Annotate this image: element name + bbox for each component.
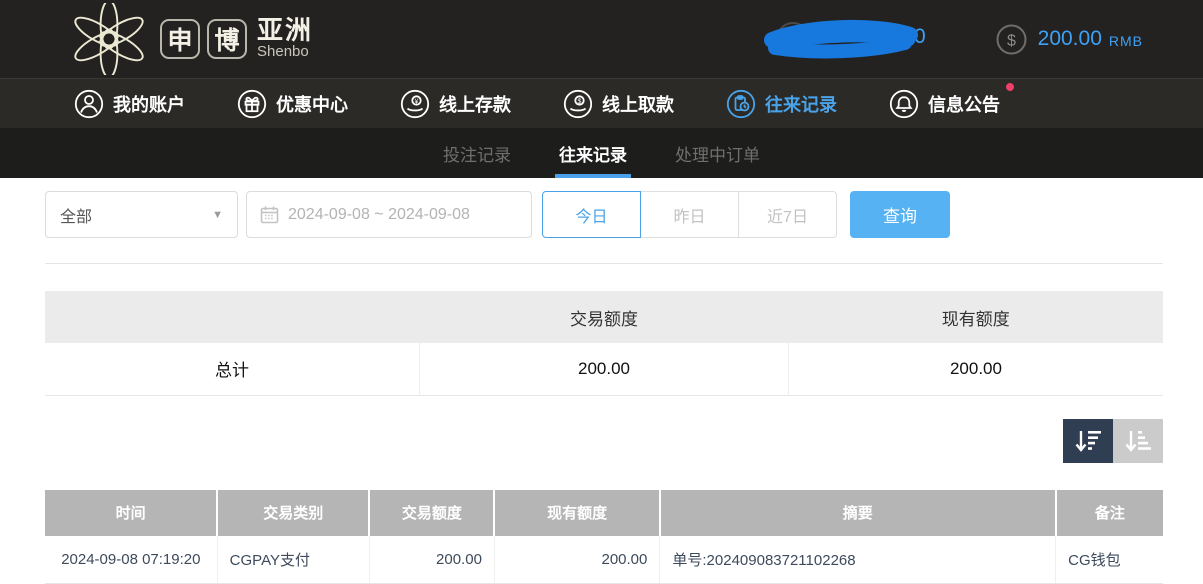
nav-item-promotions[interactable]: 优惠中心 — [237, 89, 348, 119]
search-button[interactable]: 查询 — [850, 191, 950, 238]
balance[interactable]: $ 200.00 RMB — [996, 24, 1143, 55]
deposit-icon: ¥ — [400, 89, 430, 119]
svg-text:$: $ — [1007, 32, 1016, 49]
type-select[interactable]: 全部 ▼ — [45, 191, 238, 238]
sort-amount-desc-icon — [1074, 428, 1102, 454]
gift-icon — [237, 89, 267, 119]
main-nav: 我的账户 优惠中心 ¥ 线上存款 — [0, 78, 1203, 128]
nav-item-transaction-records[interactable]: 往来记录 — [726, 89, 837, 119]
nav-label: 信息公告 — [928, 91, 1000, 117]
quick-button-yesterday[interactable]: 昨日 — [640, 191, 739, 238]
logo-char-box-1: 申 — [160, 19, 200, 59]
nav-item-my-account[interactable]: 我的账户 — [74, 89, 185, 119]
records-icon — [726, 89, 756, 119]
records-header-type: 交易类别 — [217, 490, 369, 536]
divider — [45, 263, 1163, 264]
summary-table: 交易额度 现有额度 总计 200.00 200.00 — [45, 291, 1163, 396]
record-type: CGPAY支付 — [217, 536, 369, 584]
table-row: 2024-09-08 07:19:20 CGPAY支付 200.00 200.0… — [45, 536, 1163, 584]
records-header-remark: 备注 — [1056, 490, 1163, 536]
nav-item-deposit[interactable]: ¥ 线上存款 — [400, 89, 511, 119]
summary-header-empty — [45, 291, 420, 343]
withdraw-icon: $ — [563, 89, 593, 119]
user-icon — [74, 89, 104, 119]
records-header-time: 时间 — [45, 490, 217, 536]
logo-region-text: 亚洲 — [257, 17, 313, 43]
records-header-row: 时间 交易类别 交易额度 现有额度 摘要 备注 — [45, 490, 1163, 536]
summary-header-current-balance: 现有额度 — [788, 291, 1163, 343]
quick-button-last7days[interactable]: 近7日 — [738, 191, 837, 238]
date-range-input[interactable]: 2024-09-08 ~ 2024-09-08 — [246, 191, 532, 238]
nav-label: 我的账户 — [113, 91, 185, 117]
svg-text:¥: ¥ — [415, 98, 419, 105]
balance-currency: RMB — [1109, 29, 1143, 49]
flower-logo-icon — [70, 3, 148, 75]
nav-label: 优惠中心 — [276, 91, 348, 117]
quick-date-group: 今日 昨日 近7日 — [542, 191, 837, 238]
date-range-value: 2024-09-08 ~ 2024-09-08 — [288, 206, 470, 224]
sort-amount-asc-icon — [1124, 428, 1152, 454]
record-remark: CG钱包 — [1056, 536, 1163, 584]
quick-button-today[interactable]: 今日 — [542, 191, 641, 238]
filter-row: 全部 ▼ 2024-09-08 ~ 2024-09-08 今日 昨日 近7日 — [45, 191, 1163, 238]
chevron-down-icon: ▼ — [212, 209, 223, 221]
record-time: 2024-09-08 07:19:20 — [45, 536, 217, 584]
sort-controls — [45, 419, 1163, 463]
sort-descending-button[interactable] — [1063, 419, 1113, 463]
record-transaction-amount: 200.00 — [369, 536, 494, 584]
main-content: 全部 ▼ 2024-09-08 ~ 2024-09-08 今日 昨日 近7日 — [0, 191, 1203, 584]
type-select-value: 全部 — [60, 203, 92, 227]
calendar-icon — [260, 205, 279, 224]
site-logo[interactable]: 申 博 亚洲 Shenbo — [70, 3, 313, 75]
records-header-transaction-amount: 交易额度 — [369, 490, 494, 536]
nav-label: 往来记录 — [765, 91, 837, 117]
logo-subtitle: Shenbo — [257, 43, 313, 61]
masked-username-scribble — [762, 16, 922, 62]
records-header-summary: 摘要 — [660, 490, 1056, 536]
nav-label: 线上存款 — [439, 91, 511, 117]
nav-label: 线上取款 — [602, 91, 674, 117]
top-header: 申 博 亚洲 Shenbo 90 $ — [0, 0, 1203, 78]
bell-icon — [889, 89, 919, 119]
tab-betting-records[interactable]: 投注记录 — [441, 128, 513, 178]
summary-header-row: 交易额度 现有额度 — [45, 291, 1163, 343]
nav-item-withdraw[interactable]: $ 线上取款 — [563, 89, 674, 119]
balance-amount: 200.00 — [1038, 27, 1102, 51]
records-header-current-balance: 现有额度 — [494, 490, 659, 536]
dollar-circle-icon: $ — [996, 24, 1027, 55]
record-tabs: 投注记录 往来记录 处理中订单 — [0, 128, 1203, 178]
record-current-balance: 200.00 — [494, 536, 659, 584]
summary-header-transaction-amount: 交易额度 — [420, 291, 789, 343]
summary-current-balance: 200.00 — [788, 343, 1163, 395]
logo-char-box-2: 博 — [207, 19, 247, 59]
record-summary: 单号:202409083721102268 — [660, 536, 1056, 584]
svg-text:$: $ — [578, 98, 582, 105]
nav-item-announcements[interactable]: 信息公告 — [889, 89, 1000, 119]
masked-username[interactable]: 90 — [762, 16, 934, 62]
notification-dot — [1006, 83, 1014, 91]
summary-total-label: 总计 — [45, 343, 420, 395]
tab-pending-orders[interactable]: 处理中订单 — [673, 128, 762, 178]
records-table: 时间 交易类别 交易额度 现有额度 摘要 备注 2024-09-08 07:19… — [45, 490, 1163, 584]
summary-transaction-amount: 200.00 — [420, 343, 789, 395]
summary-total-row: 总计 200.00 200.00 — [45, 343, 1163, 395]
sort-ascending-button[interactable] — [1113, 419, 1163, 463]
tab-transaction-records[interactable]: 往来记录 — [557, 128, 629, 178]
page: 申 博 亚洲 Shenbo 90 $ — [0, 0, 1203, 584]
